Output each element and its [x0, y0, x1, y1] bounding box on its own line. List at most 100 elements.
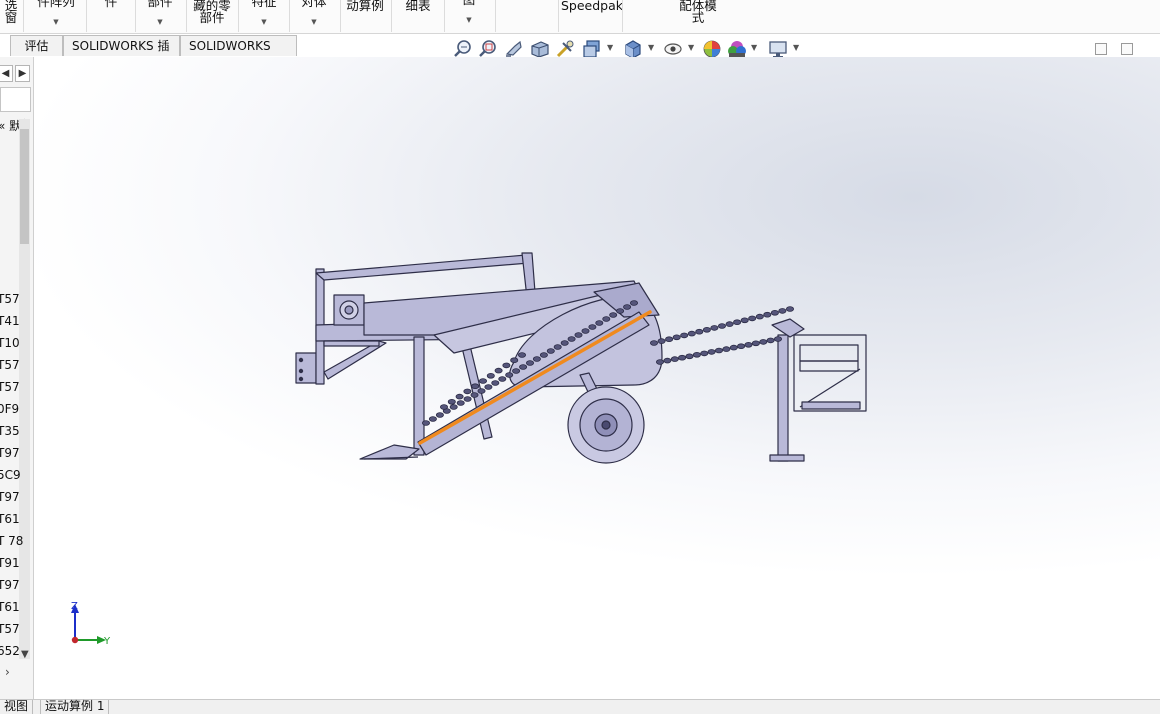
ribbon-item-assembly-component[interactable]: 部件 ▼ — [142, 0, 178, 33]
ribbon-item-view[interactable]: 图 ▼ — [452, 0, 486, 33]
chain-link — [463, 388, 472, 395]
tree-item[interactable]: T91 — [0, 556, 20, 570]
tree-item[interactable]: T57 — [0, 622, 20, 636]
ribbon-separator — [622, 0, 623, 32]
tree-item[interactable]: T97 — [0, 446, 20, 460]
chevron-down-icon[interactable]: ▼ — [607, 43, 613, 52]
chain-link — [553, 344, 562, 350]
chevron-down-icon[interactable]: ▼ — [142, 16, 178, 28]
tab-evaluate[interactable]: 评估 — [10, 35, 63, 56]
ribbon-item-label: 细表 — [405, 0, 431, 13]
ribbon-item-motion-study[interactable]: 动算例 — [342, 0, 388, 33]
ribbon-item-label: 件 — [104, 0, 118, 9]
tree-item[interactable]: T10 — [0, 336, 20, 350]
chain-link — [546, 348, 555, 354]
chevron-down-icon[interactable]: ▼ — [688, 43, 694, 52]
chain-link — [770, 310, 779, 316]
chevron-down-icon[interactable]: ▼ — [246, 16, 282, 28]
chain-link — [737, 343, 746, 350]
tab-model-view[interactable]: 视图 — [0, 700, 34, 714]
ribbon-item-label: 对体 — [301, 0, 327, 9]
ribbon-item-bom[interactable]: 细表 — [398, 0, 438, 33]
feature-manager-panel: ◀ ▶ « 默 ▲ ▼ T57T41T10T57T570F9T35T975C9T… — [0, 57, 34, 699]
tree-item[interactable]: T41 — [0, 314, 20, 328]
tab-solidworks-mbd[interactable]: SOLIDWORKS MBD — [180, 35, 297, 73]
tree-item[interactable]: T61 — [0, 600, 20, 614]
chevron-down-icon[interactable]: ▼ — [751, 43, 757, 52]
triad-z-label: Z — [71, 601, 78, 612]
tree-item[interactable]: T61 — [0, 512, 20, 526]
trencher-assembly-model[interactable] — [295, 252, 867, 464]
ribbon-item-hidden-components[interactable]: 藏的零 部件 — [188, 0, 236, 33]
ribbon-item-bodies[interactable]: 对体 ▼ — [296, 0, 332, 33]
chain-link — [449, 404, 458, 410]
chain-link — [670, 356, 679, 362]
tree-item[interactable]: T57 — [0, 358, 20, 372]
chain-link — [532, 356, 541, 362]
chain-link — [491, 380, 500, 386]
chain-link — [471, 383, 480, 390]
ribbon-item-features[interactable]: 特征 ▼ — [246, 0, 282, 33]
chevron-down-icon[interactable]: ▼ — [793, 43, 799, 52]
chain-link — [609, 312, 618, 318]
chain-link — [678, 354, 687, 361]
panel-scroll-left-button[interactable]: ◀ — [0, 65, 13, 82]
chain-link — [602, 316, 611, 322]
tree-scrollbar-thumb[interactable] — [20, 129, 29, 244]
chain-link — [733, 319, 742, 326]
chain-link — [774, 336, 783, 342]
chain-link — [695, 328, 704, 335]
ribbon-item-speedpak[interactable]: Speedpak — [561, 0, 624, 33]
rear-sprocket — [771, 318, 805, 338]
chevron-down-icon[interactable]: ▼ — [452, 14, 486, 26]
chevron-down-icon[interactable]: ▼ — [30, 16, 82, 28]
tree-item[interactable]: 652 — [0, 644, 20, 658]
coordinate-triad: Z Y — [71, 601, 111, 647]
chevron-right-icon[interactable]: › — [5, 665, 10, 679]
chain-link — [498, 376, 507, 382]
ribbon-separator — [289, 0, 290, 32]
chain-link — [718, 323, 727, 329]
feature-filter-input[interactable] — [0, 87, 31, 112]
tree-scrollbar[interactable] — [19, 119, 30, 659]
ribbon-item-assembly-mode[interactable]: 配体模 式 — [670, 0, 726, 33]
ribbon-item-label: 部件 — [147, 0, 173, 9]
panel-scroll-right-button[interactable]: ▶ — [15, 65, 30, 82]
chain-link — [463, 396, 472, 402]
chain-link — [665, 336, 674, 343]
tab-solidworks-addins[interactable]: SOLIDWORKS 插件 — [63, 35, 180, 73]
chain-link — [447, 398, 456, 405]
tree-item[interactable]: T97 — [0, 490, 20, 504]
tab-motion-study-1[interactable]: 运动算例 1 — [40, 700, 110, 714]
chevron-down-icon[interactable]: ▼ — [648, 43, 654, 52]
scroll-down-icon[interactable]: ▼ — [21, 649, 29, 660]
tree-item[interactable]: 5C9 — [0, 468, 21, 482]
chain-link — [725, 321, 734, 327]
tree-item[interactable]: 0F9 — [0, 402, 19, 416]
graphics-area[interactable]: Z Y — [34, 57, 1160, 699]
chain-link — [525, 360, 534, 366]
chain-link — [680, 332, 689, 339]
chain-link — [710, 325, 719, 331]
chain-link — [512, 368, 521, 374]
ribbon-separator — [444, 0, 445, 32]
tree-item[interactable]: T97 — [0, 578, 20, 592]
chain-link — [470, 392, 479, 398]
tree-item[interactable]: T57 — [0, 380, 20, 394]
ribbon-item-component[interactable]: 件 — [96, 0, 126, 33]
chain-link — [729, 344, 738, 351]
triad-y-label: Y — [103, 636, 111, 647]
tree-item[interactable]: T 78 — [0, 534, 23, 548]
chevron-down-icon[interactable]: ▼ — [296, 16, 332, 28]
chain-link — [715, 347, 724, 354]
bottom-tab-bar: 视图 运动算例 1 — [0, 699, 1160, 714]
ribbon-item-label: Speedpak — [561, 0, 624, 13]
maximize-pane-icon[interactable] — [1121, 43, 1133, 55]
ribbon-item-window-select[interactable]: 选窗 — [0, 0, 22, 33]
ribbon-item-label: 件阵列 — [37, 0, 75, 9]
ribbon-item-component-pattern[interactable]: 件阵列 ▼ — [30, 0, 82, 33]
restore-pane-icon[interactable] — [1095, 43, 1107, 55]
tree-item[interactable]: T35 — [0, 424, 20, 438]
chain-link — [505, 372, 514, 378]
tree-item[interactable]: T57 — [0, 292, 20, 306]
